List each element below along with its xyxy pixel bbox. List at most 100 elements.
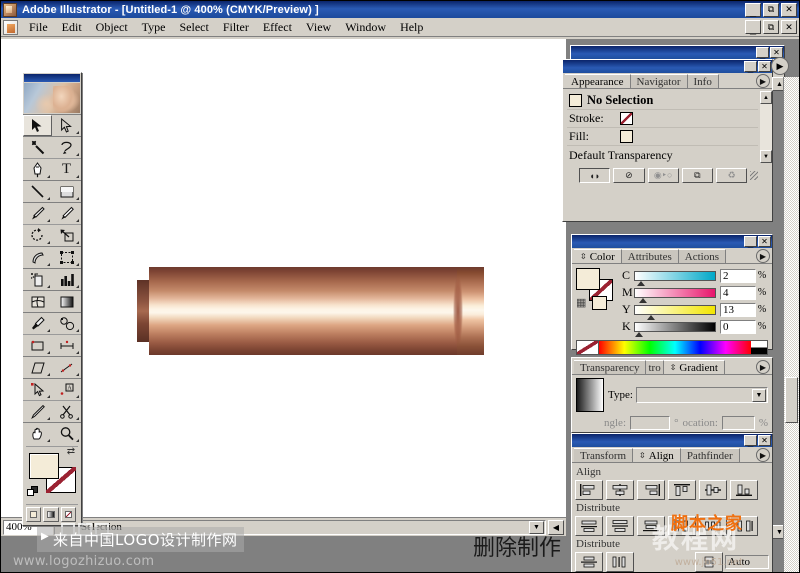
tab-info[interactable]: Info	[687, 74, 719, 88]
rectangle-tool[interactable]	[52, 181, 81, 202]
tab-gradient[interactable]: ⇳ Gradient	[663, 360, 725, 374]
channel-k-slider[interactable]	[634, 321, 716, 337]
align-palette-title-bar[interactable]: _ ✕	[572, 434, 772, 447]
distribute-top-button[interactable]	[575, 516, 603, 536]
appearance-row-fill[interactable]: Fill:	[567, 128, 758, 146]
shear-tool[interactable]	[23, 357, 52, 378]
color-channel-c[interactable]: C 2 %	[622, 268, 768, 286]
pencil-tool[interactable]	[52, 203, 81, 224]
gradient-tool[interactable]	[52, 291, 81, 312]
distribute-vertical-spacing-button[interactable]	[575, 552, 603, 572]
none-mode-button[interactable]	[60, 507, 76, 522]
close-button[interactable]: ✕	[781, 2, 797, 17]
gradient-palette-menu-icon[interactable]: ▶	[756, 360, 770, 374]
magic-wand-tool[interactable]	[23, 137, 52, 158]
appearance-scrollbar[interactable]: ▲ ▼	[760, 91, 772, 163]
delete-item-button[interactable]: ♻	[716, 168, 748, 183]
appearance-resize-grip[interactable]	[750, 171, 758, 180]
stroke-row-swatch[interactable]	[620, 112, 633, 125]
tab-navigator[interactable]: Navigator	[630, 74, 688, 88]
menu-item-window[interactable]: Window	[338, 18, 393, 37]
appearance-palette-menu-icon[interactable]: ▶	[756, 74, 770, 88]
selection-tool[interactable]	[23, 115, 52, 136]
appearance-close-button[interactable]: ✕	[758, 61, 771, 72]
color-fill-swatch[interactable]	[576, 268, 600, 290]
doc-close-button[interactable]: ✕	[781, 20, 797, 34]
channel-m-knob[interactable]	[639, 297, 647, 303]
appearance-row-stroke[interactable]: Stroke:	[567, 110, 758, 128]
reduce-to-basic-appearance-button[interactable]: ◉‣○	[647, 168, 679, 183]
chevron-down-icon[interactable]: ▼	[752, 388, 766, 402]
background-palette-title-bar[interactable]: _ ✕	[571, 46, 784, 59]
align-bottom-button[interactable]	[730, 480, 758, 500]
menu-item-view[interactable]: View	[299, 18, 338, 37]
symbol-letter-tool[interactable]: A	[52, 379, 81, 400]
color-mode-button[interactable]	[26, 507, 42, 522]
color-channel-k[interactable]: K 0 %	[622, 319, 768, 337]
color-channel-m[interactable]: M 4 %	[622, 285, 768, 303]
tab-color[interactable]: ⇳ Color	[574, 249, 622, 263]
channel-y-value[interactable]: 13	[720, 302, 756, 317]
tab-transform[interactable]: Transform	[574, 448, 634, 462]
status-tool-field[interactable]: Selection ▼	[54, 519, 546, 535]
align-vertical-center-button[interactable]	[699, 480, 727, 500]
window-vertical-scrollbar[interactable]	[783, 77, 799, 572]
free-transform-tool[interactable]	[52, 247, 81, 268]
scroll-left-button[interactable]: ◀	[548, 519, 564, 535]
menu-item-edit[interactable]: Edit	[55, 18, 89, 37]
rotate-tool[interactable]	[23, 225, 52, 246]
doc-restore-button[interactable]: ⧉	[763, 20, 779, 34]
tab-stroke[interactable]: tro	[646, 360, 664, 374]
distribute-bottom-button[interactable]	[637, 516, 665, 536]
bg-palette-minimize-button[interactable]: _	[756, 47, 769, 59]
cube-icon[interactable]: ▦	[576, 297, 589, 310]
artboard-canvas[interactable]: 删除制作	[1, 39, 566, 561]
knife-tool[interactable]	[23, 401, 52, 422]
chevron-down-icon[interactable]: ▼	[529, 520, 544, 534]
scroll-up-button[interactable]: ▲	[760, 91, 772, 104]
channel-c-value[interactable]: 2	[720, 268, 756, 283]
distribute-horizontal-spacing-button[interactable]	[606, 552, 634, 572]
color-palette-menu-icon[interactable]: ▶	[756, 249, 770, 263]
menu-item-select[interactable]: Select	[173, 18, 216, 37]
align-top-button[interactable]	[668, 480, 696, 500]
gradient-type-select[interactable]: ▼	[635, 387, 768, 403]
channel-y-slider[interactable]	[634, 304, 716, 320]
align-close-button[interactable]: ✕	[758, 435, 771, 446]
align-minimize-button[interactable]: _	[744, 435, 757, 447]
tab-align[interactable]: ⇳ Align	[633, 448, 681, 462]
channel-m-slider[interactable]	[634, 287, 716, 303]
appearance-minimize-button[interactable]: _	[744, 61, 757, 73]
channel-k-knob[interactable]	[635, 331, 643, 337]
warp-tool[interactable]	[23, 247, 52, 268]
spectrum-white-black-swatch[interactable]	[751, 341, 767, 354]
channel-y-knob[interactable]	[647, 314, 655, 320]
right-resize-grip[interactable]	[773, 543, 783, 553]
scrollbar-thumb[interactable]	[785, 377, 798, 423]
distribute-left-button[interactable]	[668, 516, 696, 536]
color-minimize-button[interactable]: _	[744, 236, 757, 248]
symbol-sprayer-tool[interactable]	[23, 269, 52, 290]
color-channel-y[interactable]: Y 13 %	[622, 302, 768, 320]
tab-attributes[interactable]: Attributes	[621, 249, 679, 263]
doc-minimize-button[interactable]: _	[745, 20, 761, 35]
paintbrush-tool[interactable]	[23, 203, 52, 224]
gradient-angle-field[interactable]	[630, 416, 671, 430]
line-segment-tool[interactable]	[23, 181, 52, 202]
menu-item-effect[interactable]: Effect	[256, 18, 299, 37]
align-left-button[interactable]	[575, 480, 603, 500]
gradient-mode-button[interactable]	[43, 507, 59, 522]
eyedropper-tool[interactable]	[23, 313, 52, 334]
auto-spacing-stepper[interactable]	[695, 552, 723, 572]
channel-c-knob[interactable]	[637, 280, 645, 286]
menu-item-filter[interactable]: Filter	[216, 18, 256, 37]
measure-tool[interactable]	[52, 335, 81, 356]
appearance-row-transparency[interactable]: Default Transparency	[567, 146, 758, 164]
document-icon[interactable]	[3, 19, 18, 35]
zoom-tool[interactable]	[52, 423, 81, 444]
color-spectrum-bar[interactable]	[576, 340, 768, 355]
gradient-location-field[interactable]	[721, 416, 755, 430]
align-horizontal-center-button[interactable]	[606, 480, 634, 500]
lasso-tool[interactable]	[52, 137, 81, 158]
graph-line-tool[interactable]	[52, 357, 81, 378]
